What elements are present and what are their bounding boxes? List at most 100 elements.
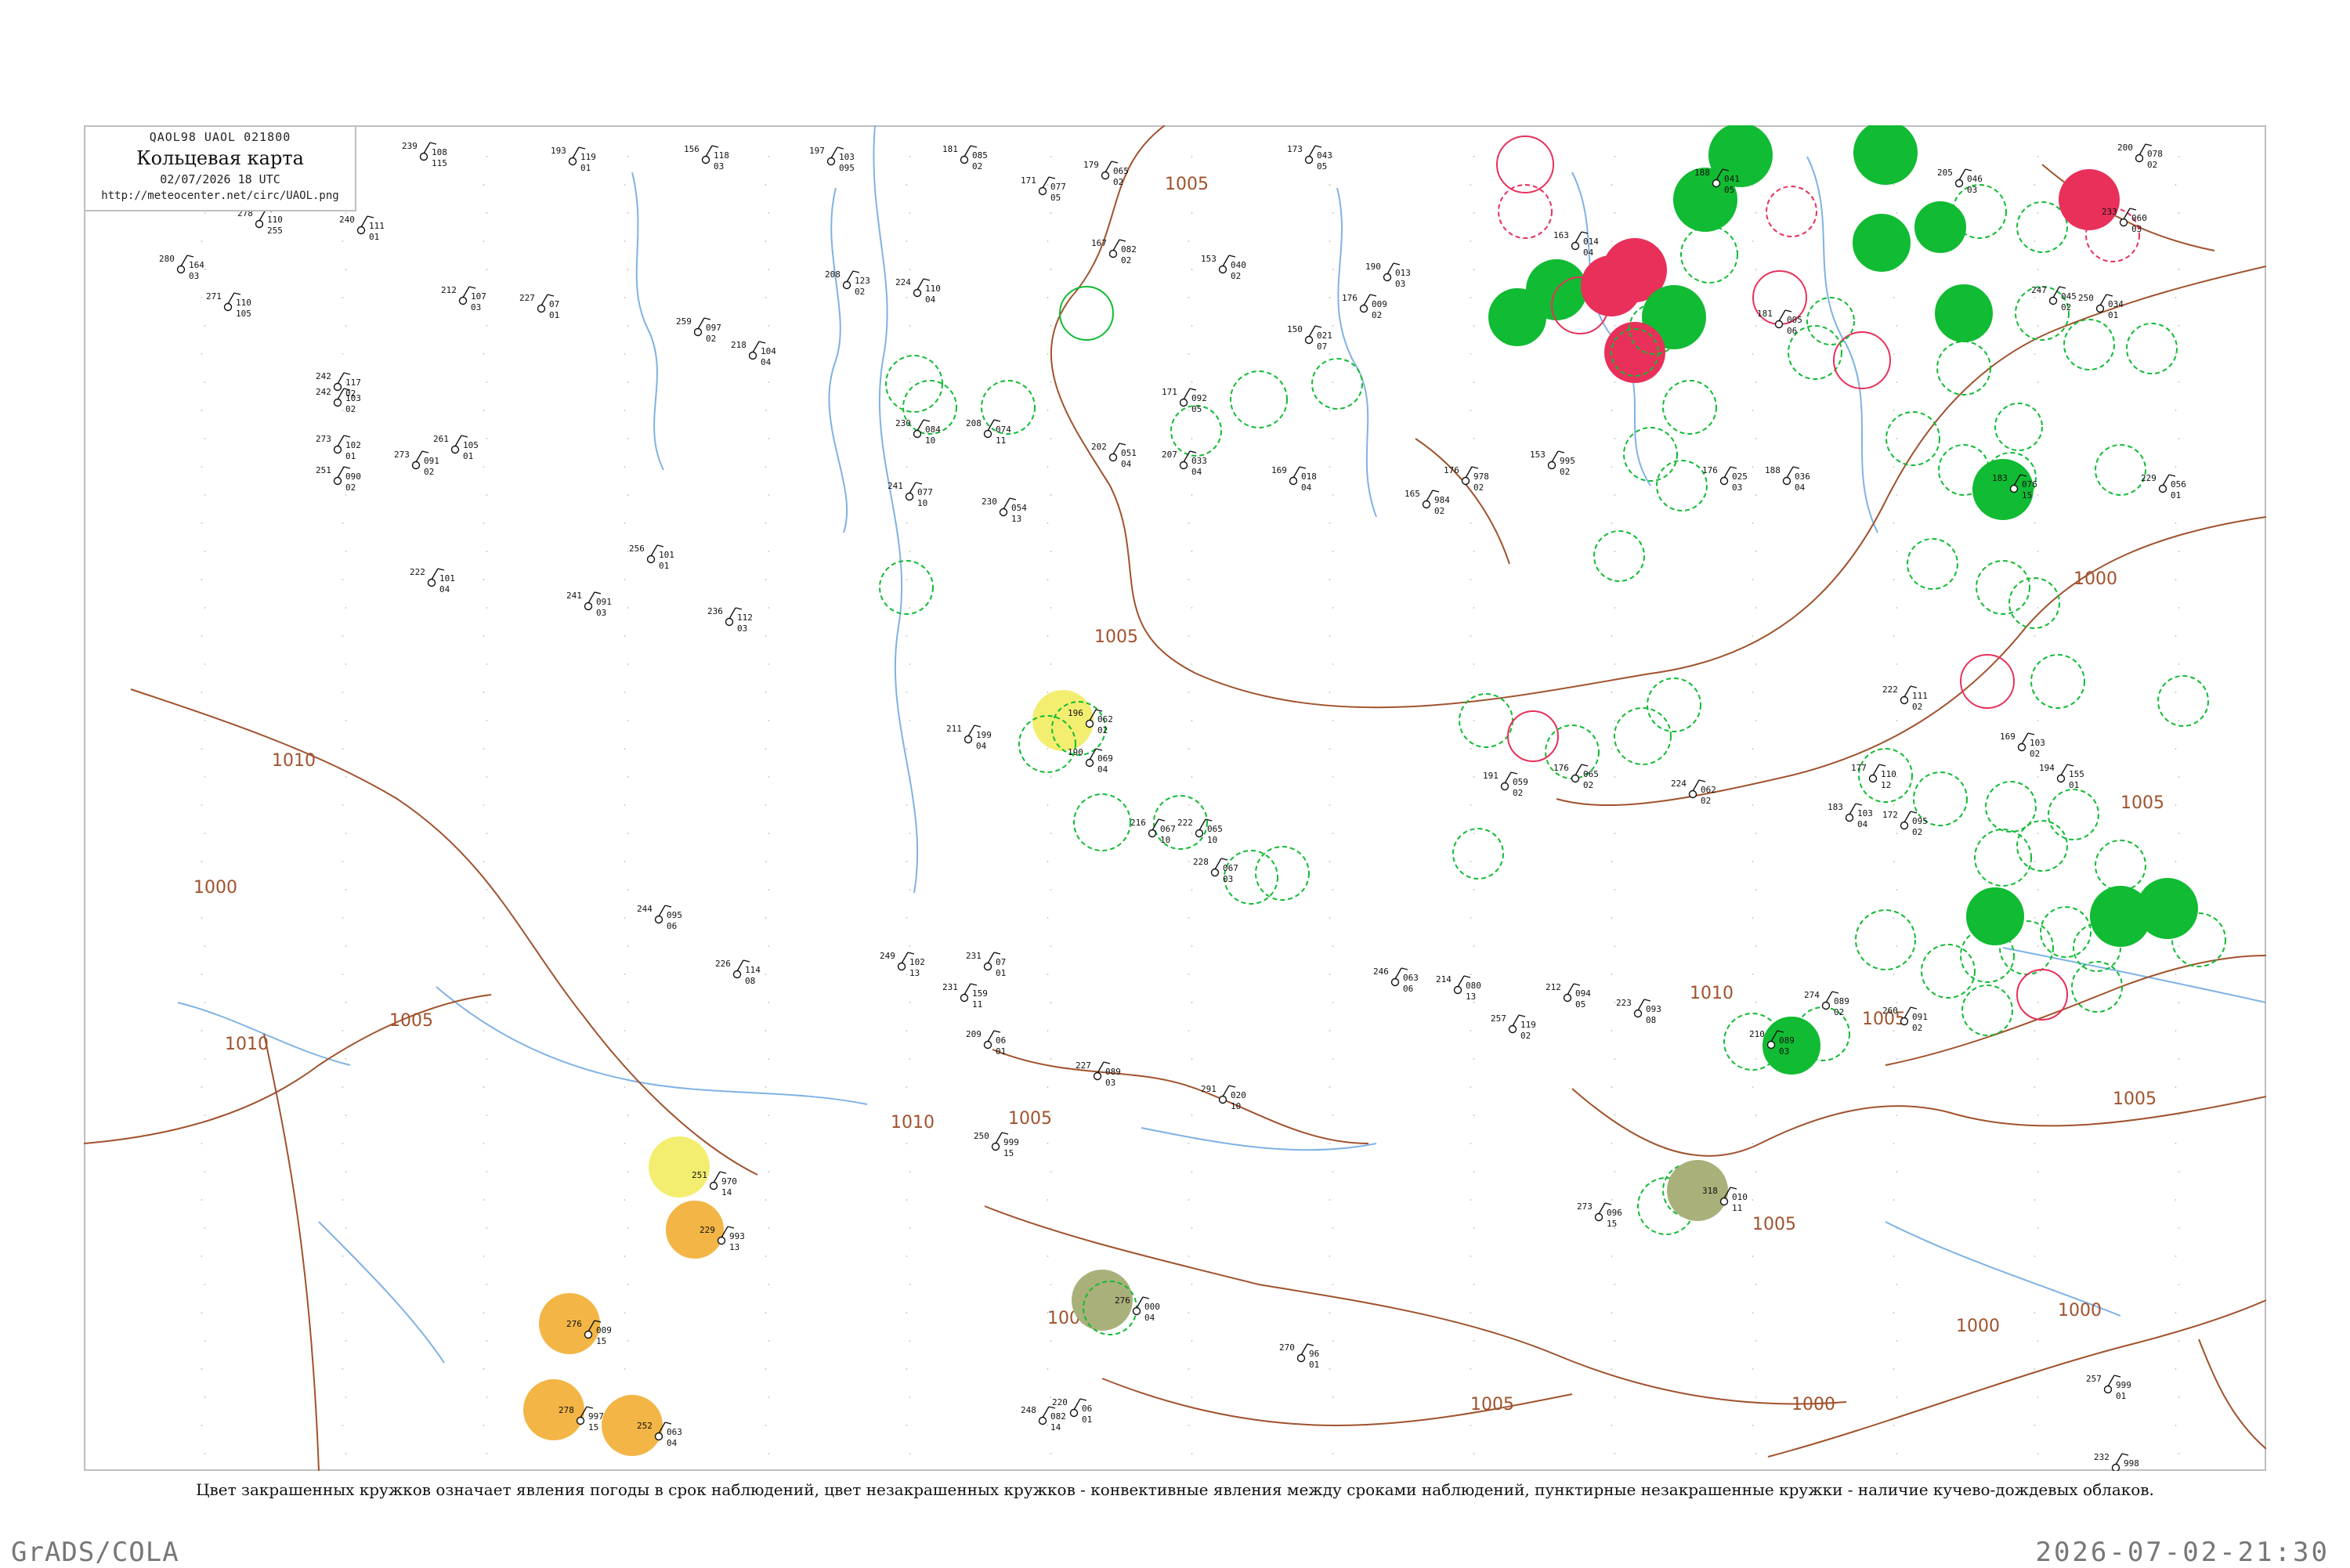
grid-dot <box>201 522 203 524</box>
grid-dot <box>906 522 908 524</box>
station-marker <box>2119 218 2128 227</box>
grid-dot <box>1611 635 1613 637</box>
station-temperature: 188 <box>1694 168 1710 178</box>
grid-dot <box>204 720 206 721</box>
grid-dot <box>204 1284 206 1285</box>
station-pressure: 013 <box>1395 268 1411 278</box>
grid-dot <box>906 353 908 355</box>
station-marker <box>1633 1009 1643 1018</box>
convective-phenomenon-ring <box>885 355 943 413</box>
station-tendency: 02 <box>1912 702 1922 712</box>
grid-dot <box>1614 776 1616 778</box>
grid-dot <box>1611 692 1613 693</box>
station-pressure: 07 <box>549 299 559 309</box>
grid-dot <box>1614 607 1616 609</box>
grid-dot <box>204 551 206 552</box>
grid-dot <box>1191 269 1193 270</box>
grid-dot <box>1473 720 1475 721</box>
grid-dot <box>1611 1143 1613 1144</box>
station-tendency: 02 <box>2124 1469 2134 1471</box>
grid-dot <box>906 1312 908 1313</box>
wind-barb <box>1723 466 1731 479</box>
station-tendency: 02 <box>2061 302 2071 313</box>
grid-dot <box>624 1030 626 1031</box>
grid-dot <box>1473 889 1475 891</box>
wind-barb-flag <box>1471 466 1479 469</box>
grid-dot <box>1332 325 1334 327</box>
grid-dot <box>204 945 206 947</box>
isobar-line <box>1556 516 2266 807</box>
station-tendency: 04 <box>1121 459 1132 469</box>
station-marker <box>1085 719 1094 728</box>
grid-dot <box>486 1453 488 1454</box>
grid-dot <box>1614 381 1616 383</box>
grid-dot <box>345 1171 347 1172</box>
grid-dot <box>2178 1171 2180 1172</box>
grid-dot <box>2178 1058 2180 1060</box>
grid-dot <box>1329 692 1331 693</box>
grid-dot <box>1611 974 1613 975</box>
grid-dot <box>1611 1255 1613 1257</box>
map-caption: Цвет закрашенных кружков означает явлени… <box>196 1480 2154 1499</box>
station-temperature: 212 <box>1546 982 1561 992</box>
station-pressure: 103 <box>1857 808 1873 818</box>
wind-barb-flag <box>923 278 931 281</box>
grid-dot <box>342 1143 344 1144</box>
station-pressure: 119 <box>580 152 596 162</box>
grid-dot <box>1614 833 1616 834</box>
station-temperature: 216 <box>1130 818 1146 828</box>
station-tendency: 01 <box>2069 780 2079 790</box>
wind-barb <box>1363 294 1371 306</box>
grid-dot <box>483 522 485 524</box>
station-temperature: 222 <box>410 567 425 577</box>
grid-dot <box>1188 1143 1190 1144</box>
station-temperature: 242 <box>316 371 331 381</box>
station-temperature: 232 <box>2094 1452 2110 1462</box>
wind-barb-flag <box>1095 748 1103 751</box>
wind-barb-flag <box>970 145 978 148</box>
station-marker <box>1179 461 1188 470</box>
grid-dot <box>2178 1002 2180 1003</box>
grid-dot <box>2037 551 2039 552</box>
wind-barb-flag <box>1784 309 1792 313</box>
wind-barb-flag <box>852 270 860 273</box>
grid-dot <box>204 1396 206 1398</box>
station-temperature: 244 <box>637 904 653 914</box>
grid-dot <box>1050 1453 1052 1454</box>
station-marker <box>2135 154 2144 163</box>
grid-dot <box>1191 156 1193 157</box>
grid-dot <box>342 748 344 750</box>
grid-dot <box>2037 833 2039 834</box>
grid-dot <box>1329 974 1331 975</box>
station-marker <box>411 461 421 470</box>
wind-barb <box>1465 466 1473 479</box>
grid-dot <box>204 1340 206 1342</box>
station-marker <box>1868 774 1878 783</box>
grid-dot <box>2037 269 2039 270</box>
station-marker <box>1296 1353 1306 1363</box>
station-marker <box>964 735 973 744</box>
wind-barb <box>1574 231 1582 244</box>
station-tendency: 05 <box>1575 999 1585 1010</box>
grid-dot <box>483 1030 485 1031</box>
grid-dot <box>342 1425 344 1426</box>
grid-dot <box>204 325 206 327</box>
wind-barb-flag <box>1220 858 1228 861</box>
station-pressure: 103 <box>2030 738 2045 748</box>
wind-barb <box>1512 1014 1520 1027</box>
weather-phenomenon-marker <box>1667 1160 1728 1221</box>
grid-dot <box>1047 297 1049 298</box>
station-pressure: 043 <box>1317 150 1332 161</box>
wind-barb <box>1042 176 1050 189</box>
station-marker <box>1461 476 1470 486</box>
wind-barb <box>431 568 439 580</box>
grid-dot <box>486 156 488 157</box>
grid-dot <box>1611 1368 1613 1370</box>
grid-dot <box>2175 804 2177 806</box>
grid-dot <box>486 1171 488 1172</box>
grid-dot <box>2175 635 2177 637</box>
convective-phenomenon-ring <box>2126 323 2178 374</box>
wind-barb <box>1292 466 1300 479</box>
grid-dot <box>1755 776 1757 778</box>
grid-dot <box>486 776 488 778</box>
